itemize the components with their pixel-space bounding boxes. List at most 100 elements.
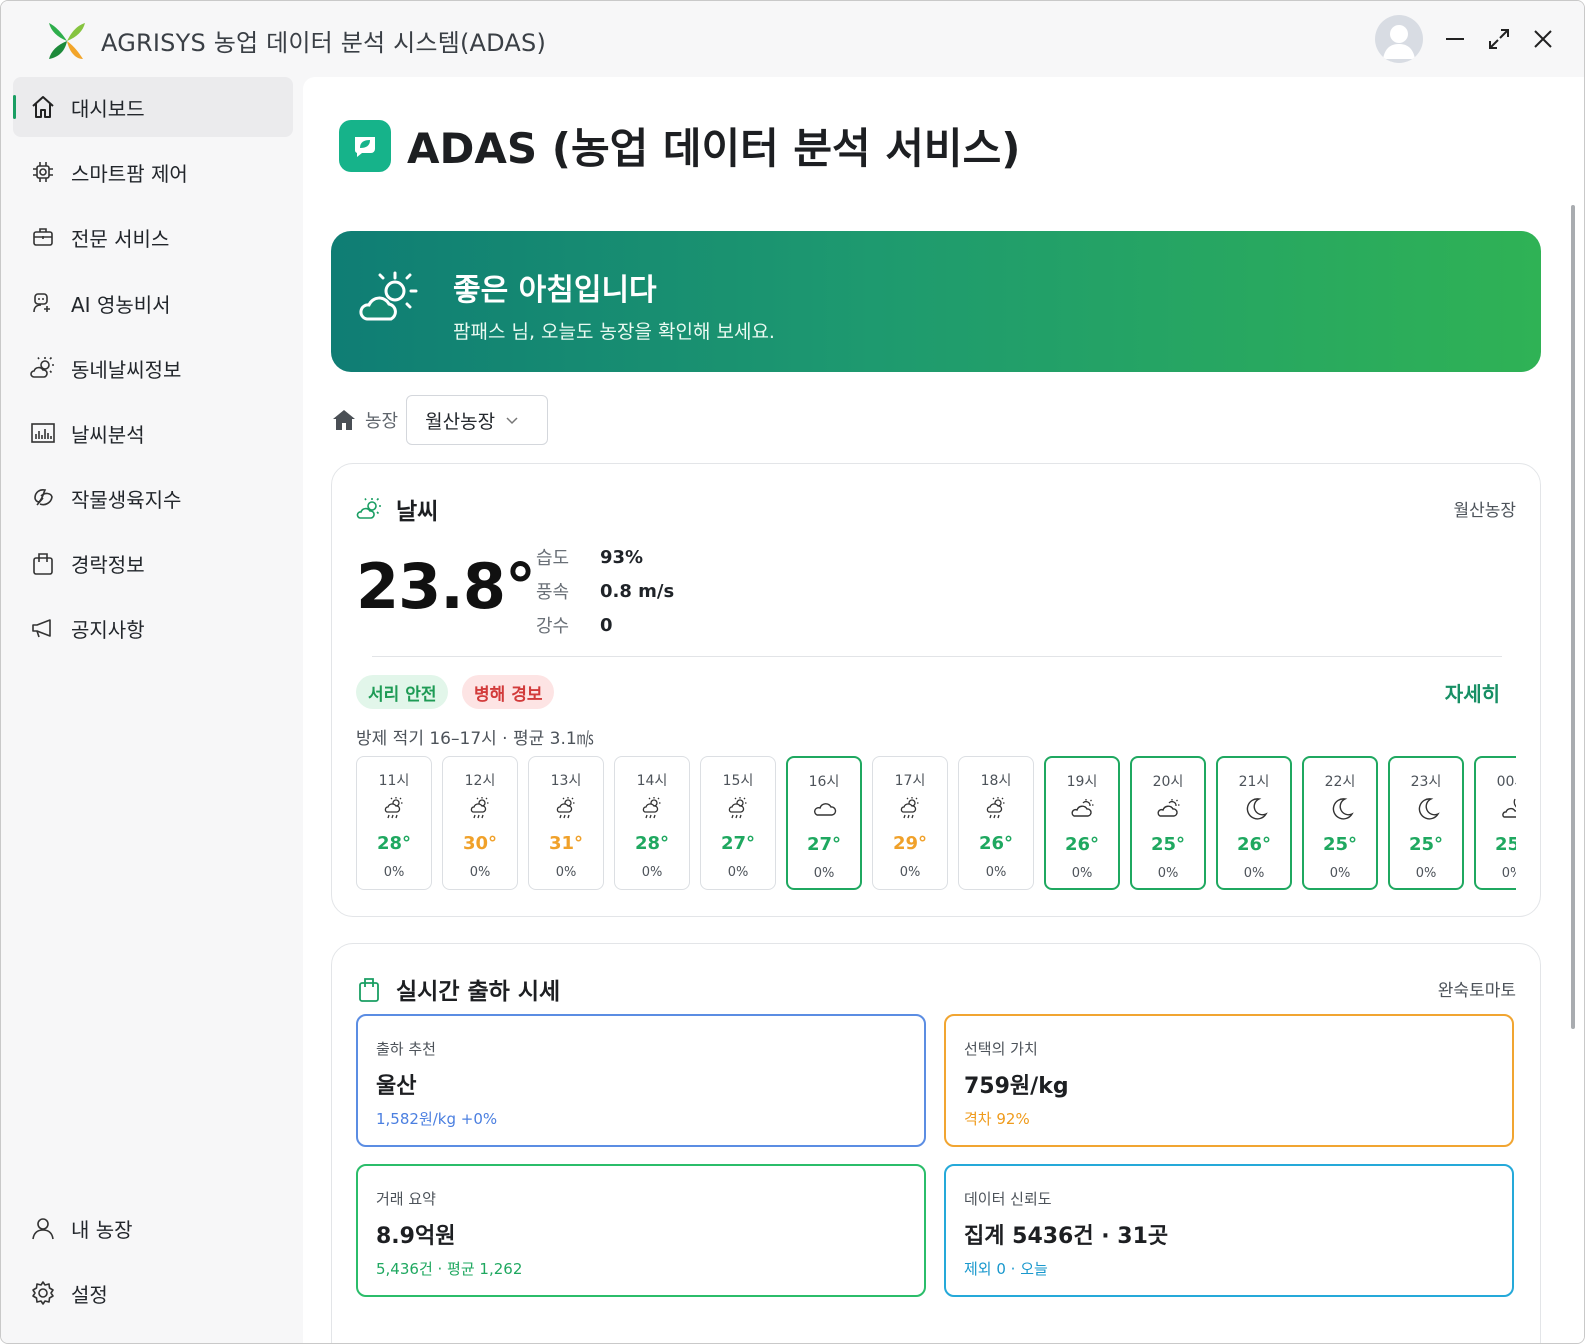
weather-card-title: 날씨: [356, 492, 438, 526]
rain-sun-icon: [642, 797, 661, 819]
hour-temperature: 26°: [1064, 834, 1100, 855]
stat-precipitation: 강수 0: [536, 614, 613, 638]
weather-detail-link[interactable]: 자세히: [1445, 678, 1500, 707]
hour-precip-chance: 0%: [383, 865, 405, 880]
trade-summary-box[interactable]: 거래 요약 8.9억원 5,436건 · 평균 1,262: [356, 1164, 926, 1297]
sidebar-item-weather-analysis[interactable]: 날씨분석: [13, 403, 293, 463]
hourly-forecast-item: 20시 25° 0%: [1130, 756, 1206, 890]
main-content: ADAS (농업 데이터 분석 서비스) 좋은 아침입니다 팜패스 님, 오늘도…: [303, 77, 1584, 1343]
megaphone-icon: [29, 614, 57, 642]
leaf-icon: [29, 484, 57, 512]
close-button[interactable]: [1527, 23, 1559, 55]
user-icon: [29, 1214, 57, 1242]
chip-icon: [29, 158, 57, 186]
farm-select[interactable]: 월산농장: [406, 395, 549, 445]
moon-icon: [1246, 798, 1268, 820]
hour-label: 17시: [894, 773, 926, 789]
sidebar-item-settings[interactable]: 설정: [13, 1263, 293, 1323]
market-crop-name: 완숙토마토: [1437, 981, 1516, 1001]
hourly-forecast[interactable]: 11시 28° 0% 12시 30° 0% 13시 31° 0% 14시 28° 0% 15시 27° 0%…: [356, 756, 1516, 894]
market-card-title: 실시간 출하 시세: [356, 972, 560, 1006]
weather-stats: 습도 93% 풍속 0.8 m/s 강수 0: [536, 540, 674, 642]
hour-temperature: 25°: [1494, 834, 1516, 855]
weather-title: 날씨: [396, 499, 439, 525]
hour-label: 11시: [378, 773, 410, 789]
hourly-forecast-item: 19시 26° 0%: [1044, 756, 1120, 890]
avatar[interactable]: [1375, 15, 1423, 63]
farm-label: 농장: [365, 411, 399, 432]
rain-sun-icon: [728, 797, 747, 819]
hour-label: 00시: [1496, 774, 1516, 790]
sidebar-item-notice[interactable]: 공지사항: [13, 598, 293, 658]
hour-precip-chance: 0%: [469, 865, 491, 880]
page-title: ADAS (농업 데이터 분석 서비스): [407, 124, 1021, 173]
moon-icon: [1418, 798, 1440, 820]
home-icon: [29, 93, 57, 121]
choice-value-box[interactable]: 선택의 가치 759원/kg 격차 92%: [944, 1014, 1514, 1147]
hour-label: 14시: [636, 773, 668, 789]
sidebar-item-label: 내 농장: [71, 1217, 133, 1242]
sidebar-item-label: AI 영농비서: [71, 292, 171, 317]
hour-precip-chance: 0%: [813, 866, 835, 881]
hourly-forecast-item: 21시 26° 0%: [1216, 756, 1292, 890]
data-reliability-box[interactable]: 데이터 신뢰도 집계 5436건 · 31곳 제외 0 · 오늘: [944, 1164, 1514, 1297]
stat-wind: 풍속 0.8 m/s: [536, 580, 675, 604]
sidebar-item-label: 동네날씨정보: [71, 357, 182, 382]
hour-temperature: 27°: [720, 833, 756, 854]
stat-humidity: 습도 93%: [536, 546, 644, 570]
rain-sun-icon: [556, 797, 575, 819]
hourly-forecast-item: 15시 27° 0%: [700, 756, 776, 890]
sidebar-item-my-farm[interactable]: 내 농장: [13, 1198, 293, 1258]
maximize-button[interactable]: [1483, 23, 1515, 55]
hour-temperature: 28°: [634, 833, 670, 854]
assistant-icon: [29, 289, 57, 317]
page-header: ADAS (농업 데이터 분석 서비스): [339, 115, 1020, 176]
farm-select-value: 월산농장: [425, 410, 496, 433]
greeting-title: 좋은 아침입니다: [453, 273, 657, 308]
chevron-down-icon: [506, 417, 518, 425]
home-filled-icon: [333, 410, 355, 430]
minimize-icon: [1446, 38, 1464, 40]
sidebar-item-crop-index[interactable]: 작물생육지수: [13, 468, 293, 528]
chart-icon: [29, 419, 57, 447]
hour-label: 19시: [1066, 774, 1098, 790]
bag-icon: [29, 549, 57, 577]
hour-precip-chance: 0%: [641, 865, 663, 880]
hour-label: 15시: [722, 773, 754, 789]
gear-icon: [29, 1279, 57, 1307]
hourly-forecast-item: 17시 29° 0%: [872, 756, 948, 890]
sidebar-item-smartfarm[interactable]: 스마트팜 제어: [13, 142, 293, 202]
rain-sun-icon: [470, 797, 489, 819]
app-window: AGRISYS 농업 데이터 분석 시스템(ADAS) 대시보드 스마트팜 제어…: [0, 0, 1585, 1344]
sidebar-item-local-weather[interactable]: 동네날씨정보: [13, 338, 293, 398]
moon-icon: [1332, 798, 1354, 820]
cloud-sun-icon: [1157, 799, 1180, 817]
hourly-forecast-item: 23시 25° 0%: [1388, 756, 1464, 890]
hour-temperature: 27°: [806, 834, 842, 855]
agrisys-logo-icon: [49, 23, 85, 59]
spray-window-note: 방제 적기 16–17시 · 평균 3.1㎧: [356, 729, 594, 749]
sidebar-item-ai-assistant[interactable]: AI 영농비서: [13, 273, 293, 333]
shipping-recommend-box[interactable]: 출하 추천 울산 1,582원/kg +0%: [356, 1014, 926, 1147]
current-temperature: 23.8°: [356, 550, 536, 623]
weather-card: 날씨 월산농장 23.8° 습도 93% 풍속 0.8 m/s 강수 0 서리 안전 …: [331, 463, 1541, 917]
main-scrollbar[interactable]: [1571, 205, 1575, 1029]
rain-sun-icon: [900, 797, 919, 819]
hour-temperature: 31°: [548, 833, 584, 854]
sidebar-item-expert[interactable]: 전문 서비스: [13, 207, 293, 267]
hour-temperature: 26°: [1236, 834, 1272, 855]
cloud-sun-icon: [1071, 799, 1094, 817]
hour-label: 23시: [1410, 774, 1442, 790]
greeting-banner: 좋은 아침입니다 팜패스 님, 오늘도 농장을 확인해 보세요.: [331, 231, 1541, 372]
pest-alert-badge: 병해 경보: [462, 675, 555, 709]
sidebar-item-label: 공지사항: [71, 617, 145, 642]
minimize-button[interactable]: [1439, 23, 1471, 55]
hour-precip-chance: 0%: [1071, 866, 1093, 881]
sidebar-item-label: 설정: [71, 1282, 108, 1307]
hour-label: 18시: [980, 773, 1012, 789]
sidebar-item-label: 작물생육지수: [71, 487, 182, 512]
sidebar-item-auction[interactable]: 경락정보: [13, 533, 293, 593]
hourly-forecast-item: 12시 30° 0%: [442, 756, 518, 890]
sidebar-item-dashboard[interactable]: 대시보드: [13, 77, 293, 137]
hour-label: 12시: [464, 773, 496, 789]
